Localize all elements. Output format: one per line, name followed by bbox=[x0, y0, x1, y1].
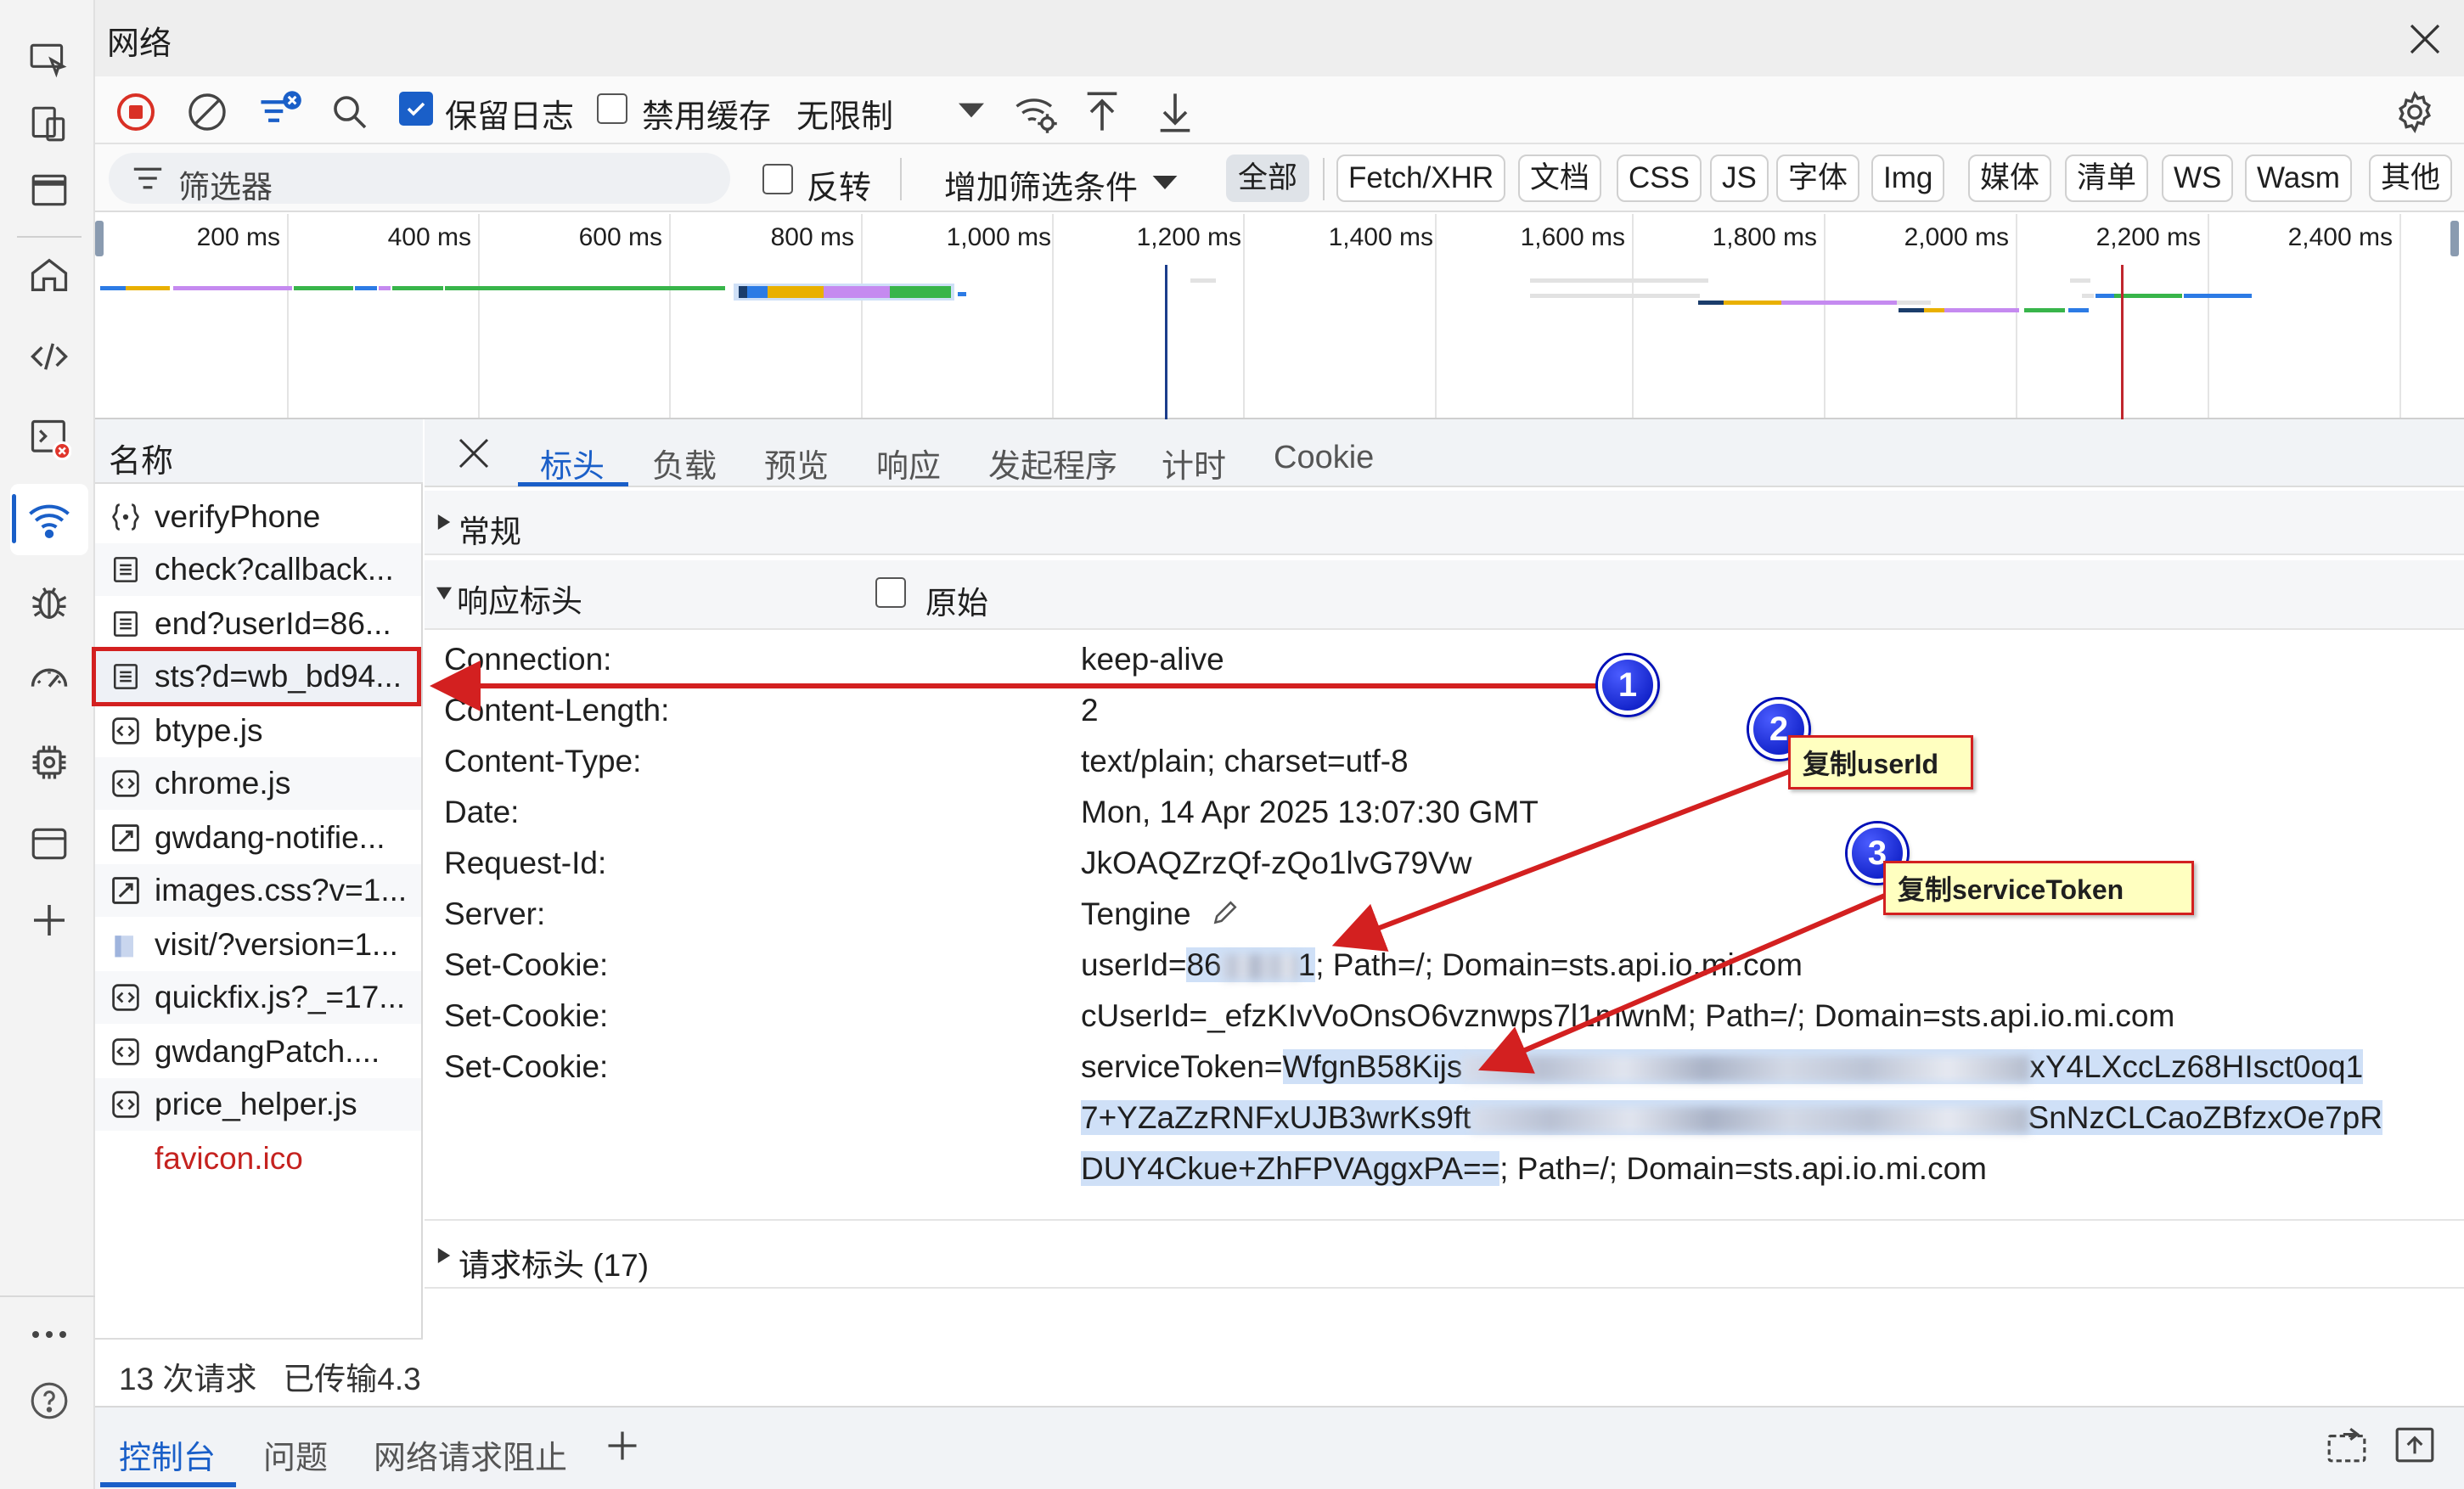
annotation-arrows bbox=[430, 660, 1888, 1074]
annotation-badge-1: 1 bbox=[1598, 655, 1657, 715]
callout-copy-userid: 复制userId bbox=[1788, 735, 1973, 789]
callout-copy-servicetoken: 复制serviceToken bbox=[1883, 861, 2194, 915]
